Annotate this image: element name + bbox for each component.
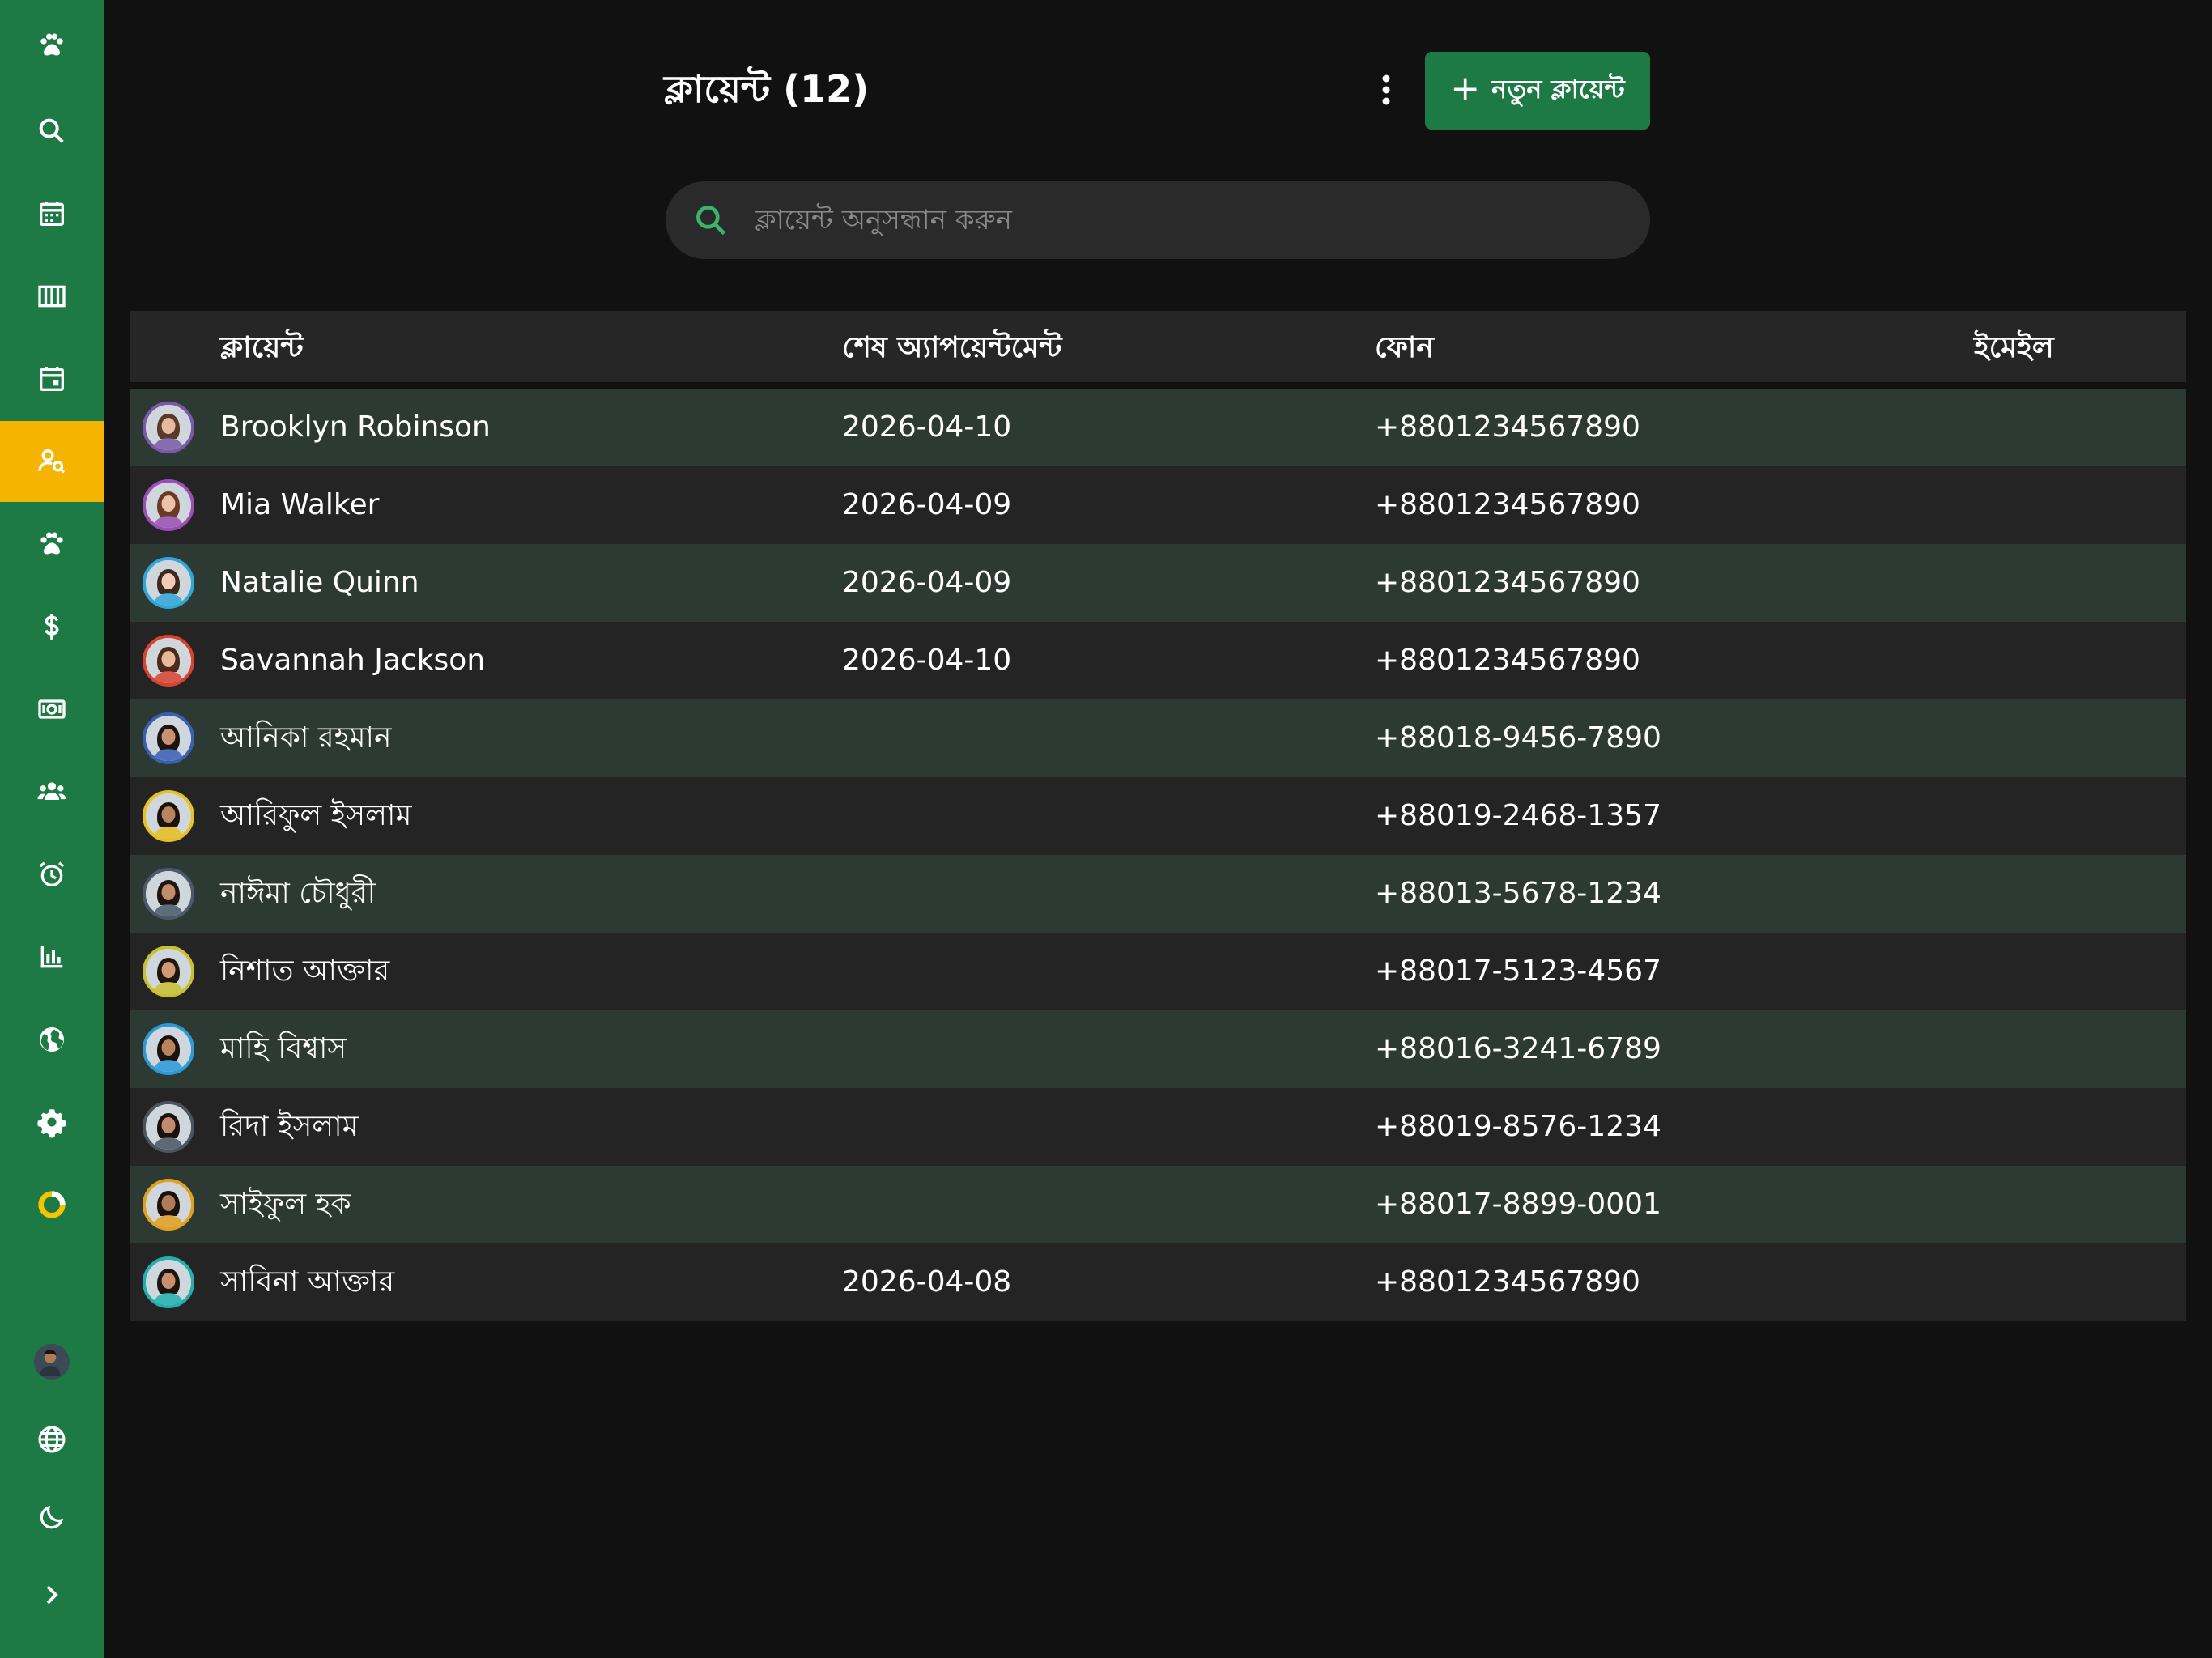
search-input[interactable] (755, 196, 1621, 244)
more-vertical-icon (1382, 74, 1390, 105)
table-body: Brooklyn Robinson 2026-04-10 +880123456789… (130, 389, 2186, 1321)
client-avatar (143, 712, 194, 764)
client-avatar (143, 868, 194, 920)
new-client-button[interactable]: + নতুন ক্লায়েন্ট (1425, 52, 1650, 130)
client-name: নিশাত আক্তার (220, 954, 390, 988)
globe-icon[interactable] (0, 999, 104, 1080)
search-icon (696, 206, 726, 236)
phone-number: +8801234567890 (1375, 566, 1640, 599)
calendar-day-icon[interactable] (0, 338, 104, 419)
table-row[interactable]: Brooklyn Robinson 2026-04-10 +880123456789… (130, 389, 2186, 466)
table-header: ক্লায়েন্ট শেষ অ্যাপয়েন্টমেন্ট ফোন ইমেই… (130, 311, 2186, 385)
column-header-phone[interactable]: ফোন (1375, 327, 1434, 369)
client-name: Natalie Quinn (220, 566, 419, 599)
paw-icon[interactable] (0, 504, 104, 585)
search-icon[interactable] (0, 91, 104, 172)
client-avatar (143, 479, 194, 531)
client-avatar (143, 1101, 194, 1153)
gear-icon[interactable] (0, 1082, 104, 1163)
table-row[interactable]: নিশাত আক্তার +88017-5123-4567 (130, 933, 2186, 1010)
client-name: Brooklyn Robinson (220, 410, 491, 444)
client-name: নাঈমা চৌধুরী (220, 877, 376, 910)
moon-icon[interactable] (0, 1477, 104, 1558)
client-avatar (143, 402, 194, 453)
client-name: সাইফুল হক (220, 1188, 351, 1221)
columns-icon[interactable] (0, 256, 104, 337)
user-avatar (34, 1344, 70, 1380)
bar-chart-icon[interactable] (0, 916, 104, 997)
phone-number: +8801234567890 (1375, 488, 1640, 521)
client-search-bar[interactable] (666, 181, 1650, 259)
phone-number: +8801234567890 (1375, 1265, 1640, 1299)
client-name: আনিকা রহমান (220, 721, 392, 755)
last-appointment: 2026-04-10 (842, 644, 1012, 677)
phone-number: +88016-3241-6789 (1375, 1032, 1661, 1065)
plus-icon: + (1450, 68, 1481, 109)
alarm-icon[interactable] (0, 834, 104, 915)
client-avatar (143, 1179, 194, 1231)
table-row[interactable]: Mia Walker 2026-04-09 +8801234567890 (130, 466, 2186, 544)
table-row[interactable]: Natalie Quinn 2026-04-09 +8801234567890 (130, 544, 2186, 622)
phone-number: +88018-9456-7890 (1375, 721, 1661, 755)
last-appointment: 2026-04-10 (842, 410, 1012, 444)
last-appointment: 2026-04-08 (842, 1265, 1012, 1299)
phone-number: +8801234567890 (1375, 644, 1640, 677)
sidebar (0, 0, 104, 1658)
page-title: ক্লায়েন্ট (12) (664, 67, 870, 111)
phone-number: +88017-8899-0001 (1375, 1188, 1661, 1221)
table-row[interactable]: Savannah Jackson 2026-04-10 +8801234567890 (130, 622, 2186, 699)
more-options-button[interactable] (1365, 65, 1407, 115)
client-search-icon[interactable] (0, 421, 104, 502)
phone-number: +88017-5123-4567 (1375, 954, 1661, 988)
calendar-icon[interactable] (0, 173, 104, 254)
cash-icon[interactable] (0, 669, 104, 750)
last-appointment: 2026-04-09 (842, 566, 1012, 599)
table-row[interactable]: নাঈমা চৌধুরী +88013-5678-1234 (130, 855, 2186, 933)
ring-icon[interactable] (0, 1164, 104, 1245)
table-row[interactable]: আরিফুল ইসলাম +88019-2468-1357 (130, 777, 2186, 855)
client-name: আরিফুল ইসলাম (220, 799, 412, 832)
client-name: সাবিনা আক্তার (220, 1265, 395, 1299)
language-globe-icon[interactable] (0, 1399, 104, 1480)
user-avatar-button[interactable] (0, 1321, 104, 1402)
column-header-client[interactable]: ক্লায়েন্ট (220, 327, 304, 369)
chevron-right-icon[interactable] (0, 1554, 104, 1635)
client-name: Mia Walker (220, 488, 380, 521)
clients-table: ক্লায়েন্ট শেষ অ্যাপয়েন্টমেন্ট ফোন ইমেই… (130, 311, 2186, 1321)
table-row[interactable]: রিদা ইসলাম +88019-8576-1234 (130, 1088, 2186, 1166)
table-row[interactable]: মাহি বিশ্বাস +88016-3241-6789 (130, 1010, 2186, 1088)
paw-logo-icon[interactable] (0, 5, 104, 86)
client-avatar (143, 557, 194, 609)
client-name: মাহি বিশ্বাস (220, 1032, 347, 1065)
client-name: রিদা ইসলাম (220, 1110, 359, 1143)
client-name: Savannah Jackson (220, 644, 486, 677)
dollar-icon[interactable] (0, 586, 104, 667)
phone-number: +88013-5678-1234 (1375, 877, 1661, 910)
client-avatar (143, 946, 194, 997)
team-icon[interactable] (0, 751, 104, 832)
phone-number: +8801234567890 (1375, 410, 1640, 444)
last-appointment: 2026-04-09 (842, 488, 1012, 521)
table-row[interactable]: আনিকা রহমান +88018-9456-7890 (130, 699, 2186, 777)
phone-number: +88019-2468-1357 (1375, 799, 1661, 832)
client-avatar (143, 635, 194, 687)
client-avatar (143, 790, 194, 842)
client-avatar (143, 1256, 194, 1308)
client-avatar (143, 1023, 194, 1075)
table-row[interactable]: সাবিনা আক্তার 2026-04-08 +8801234567890 (130, 1244, 2186, 1321)
column-header-last-appointment[interactable]: শেষ অ্যাপয়েন্টমেন্ট (842, 327, 1062, 369)
table-row[interactable]: সাইফুল হক +88017-8899-0001 (130, 1166, 2186, 1244)
phone-number: +88019-8576-1234 (1375, 1110, 1661, 1143)
column-header-email[interactable]: ইমেইল (1974, 327, 2054, 369)
new-client-label: নতুন ক্লায়েন্ট (1491, 74, 1625, 104)
